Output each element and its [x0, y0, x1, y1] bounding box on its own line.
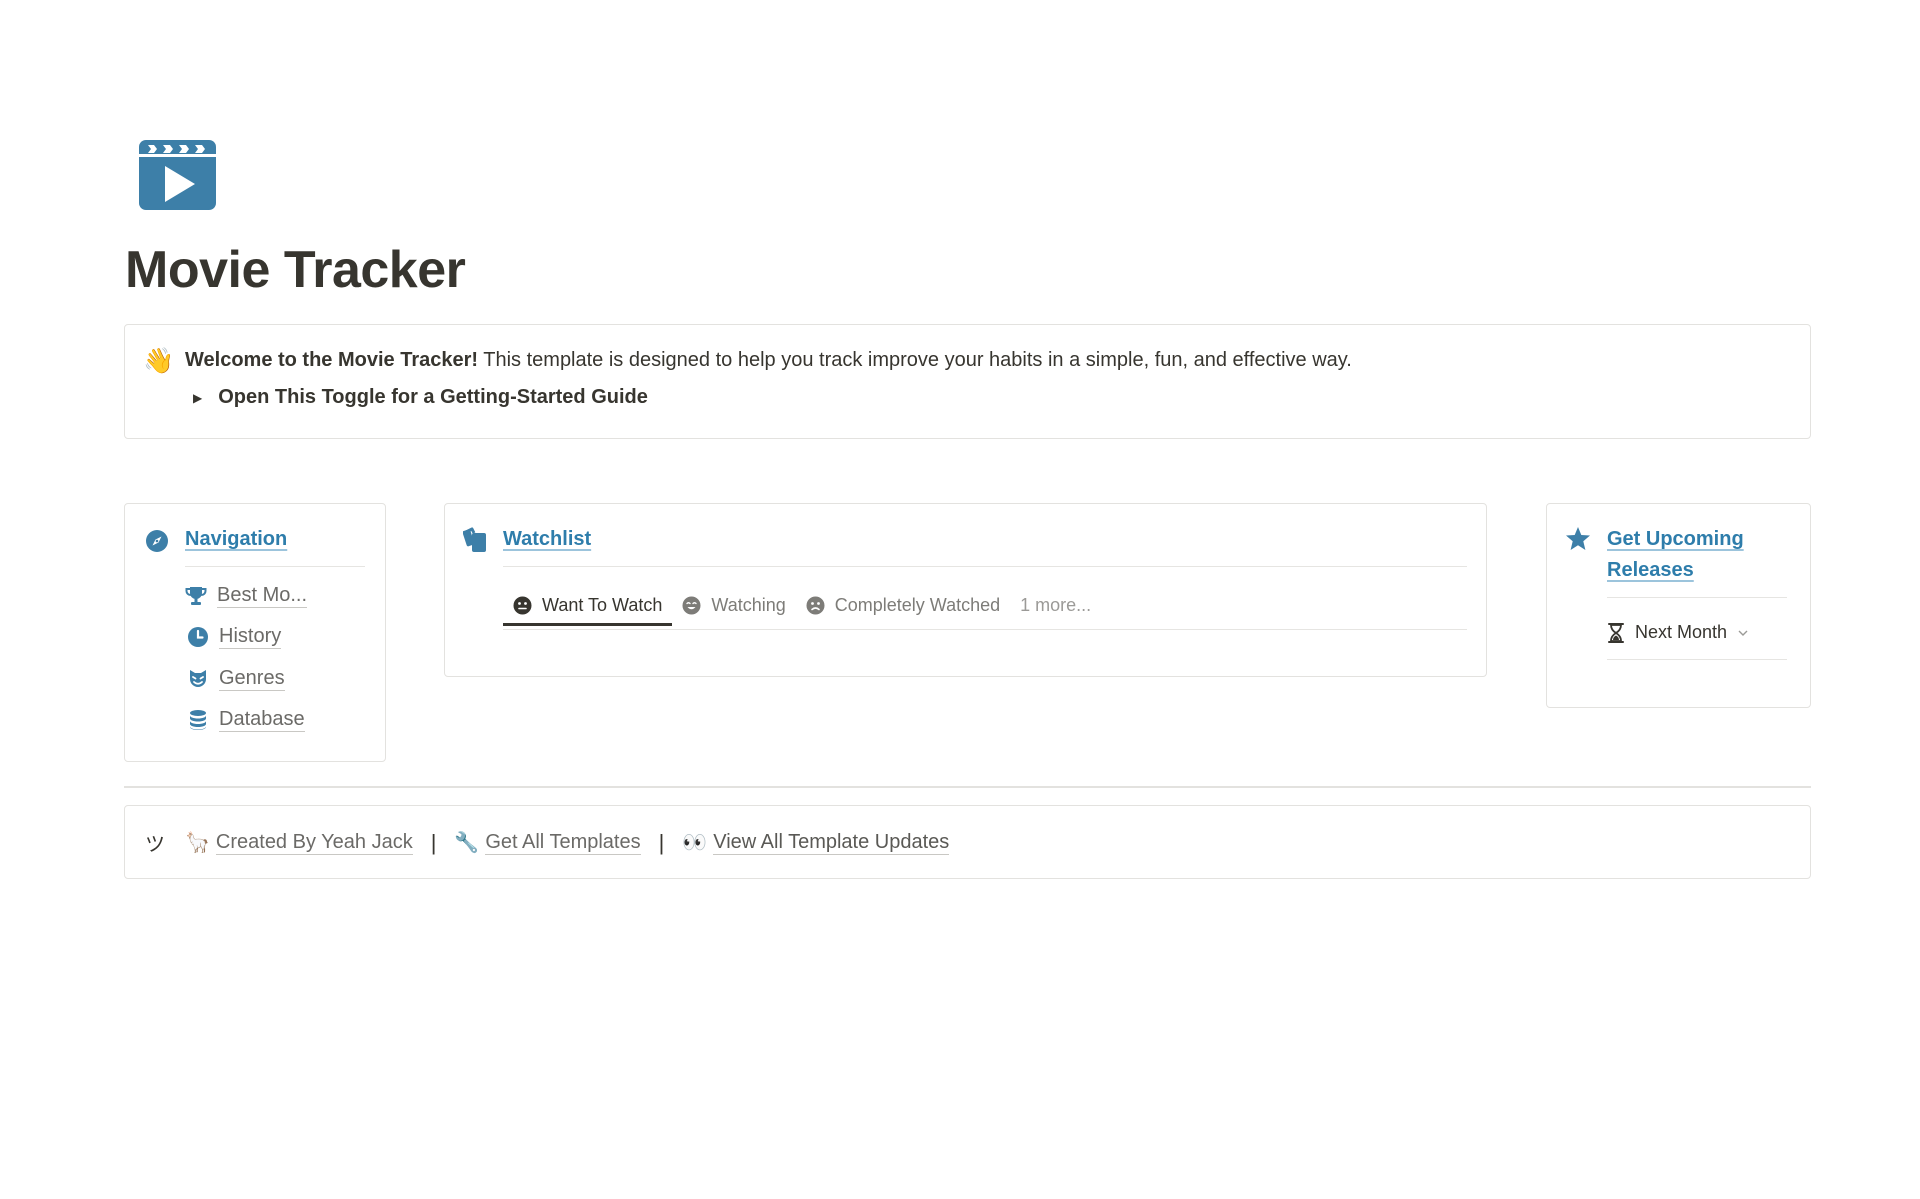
toggle-triangle-icon[interactable]: ▶: [193, 391, 202, 405]
view-template-updates-link[interactable]: View All Template Updates: [713, 830, 950, 855]
trophy-icon: [185, 585, 207, 607]
wrench-icon: 🔧: [454, 832, 480, 854]
watchlist-panel: Watchlist Want To Watch Watching Complet…: [444, 503, 1487, 677]
welcome-bold-text: Welcome to the Movie Tracker!: [185, 349, 479, 371]
getting-started-toggle[interactable]: ▶ Open This Toggle for a Getting-Started…: [193, 386, 648, 409]
nav-item-label[interactable]: Best Mo...: [217, 583, 308, 608]
next-month-filter[interactable]: Next Month: [1607, 622, 1749, 643]
tab-watching[interactable]: Watching: [672, 584, 795, 626]
upcoming-releases-title[interactable]: Get Upcoming Releases: [1607, 524, 1777, 586]
page-title: Movie Tracker: [125, 241, 466, 299]
nav-item-database[interactable]: Database: [187, 707, 305, 732]
smile-face-icon: [682, 596, 701, 615]
nav-item-history[interactable]: History: [187, 624, 282, 649]
compass-icon: [145, 529, 169, 553]
footer-separator: |: [658, 829, 665, 855]
neutral-face-icon: [513, 596, 532, 615]
clock-icon: [187, 626, 209, 648]
upcoming-bottom-divider: [1607, 659, 1787, 660]
watchlist-tabs: Want To Watch Watching Completely Watche…: [503, 584, 1101, 626]
navigation-title[interactable]: Navigation: [185, 528, 287, 551]
navigation-divider: [185, 566, 365, 567]
filter-label[interactable]: Next Month: [1635, 622, 1727, 643]
tab-label[interactable]: Watching: [711, 595, 785, 616]
nav-item-label[interactable]: Database: [219, 707, 305, 732]
watchlist-title[interactable]: Watchlist: [503, 528, 591, 551]
toggle-label[interactable]: Open This Toggle for a Getting-Started G…: [218, 386, 648, 409]
clapperboard-play-icon[interactable]: [138, 138, 218, 212]
database-icon: [187, 709, 209, 731]
upcoming-divider: [1607, 597, 1787, 598]
page: Movie Tracker 👋 Welcome to the Movie Tra…: [0, 0, 1920, 1199]
sad-face-icon: [806, 596, 825, 615]
nav-item-label[interactable]: History: [219, 624, 282, 649]
theater-mask-icon: [187, 668, 209, 690]
copy-pages-icon: [462, 526, 489, 554]
welcome-body-text: This template is designed to help you tr…: [478, 349, 1352, 371]
star-icon: [1565, 526, 1591, 552]
welcome-callout: 👋 Welcome to the Movie Tracker! This tem…: [124, 324, 1811, 439]
tab-label[interactable]: Completely Watched: [835, 595, 1000, 616]
nav-item-label[interactable]: Genres: [219, 666, 285, 691]
chevron-down-icon[interactable]: [1737, 629, 1749, 637]
tab-more[interactable]: 1 more...: [1010, 584, 1101, 626]
watchlist-divider: [503, 566, 1467, 567]
upcoming-releases-panel: Get Upcoming Releases Next Month: [1546, 503, 1811, 708]
hourglass-icon: [1607, 622, 1625, 643]
footer-callout: ツ 🦙 Created By Yeah Jack | 🔧 Get All Tem…: [124, 805, 1811, 879]
tab-label[interactable]: Want To Watch: [542, 595, 662, 616]
page-divider: [124, 786, 1811, 788]
waving-hand-icon: 👋: [143, 347, 175, 375]
tabs-underline: [503, 629, 1467, 630]
llama-icon: 🦙: [185, 832, 210, 854]
nav-item-genres[interactable]: Genres: [187, 666, 285, 691]
footer-links: ツ 🦙 Created By Yeah Jack | 🔧 Get All Tem…: [145, 828, 950, 857]
created-by-link[interactable]: Created By Yeah Jack: [215, 830, 413, 855]
welcome-text: Welcome to the Movie Tracker! This templ…: [185, 349, 1352, 372]
navigation-panel: Navigation Best Mo... History Genres Dat…: [124, 503, 386, 762]
get-all-templates-link[interactable]: Get All Templates: [485, 830, 641, 855]
eyes-icon: 👀: [682, 832, 708, 854]
tab-completely-watched[interactable]: Completely Watched: [796, 584, 1010, 626]
nav-item-best-movies[interactable]: Best Mo...: [185, 583, 308, 608]
tab-want-to-watch[interactable]: Want To Watch: [503, 584, 673, 626]
footer-separator: |: [430, 829, 437, 855]
smile-symbol-icon: ツ: [145, 834, 165, 856]
